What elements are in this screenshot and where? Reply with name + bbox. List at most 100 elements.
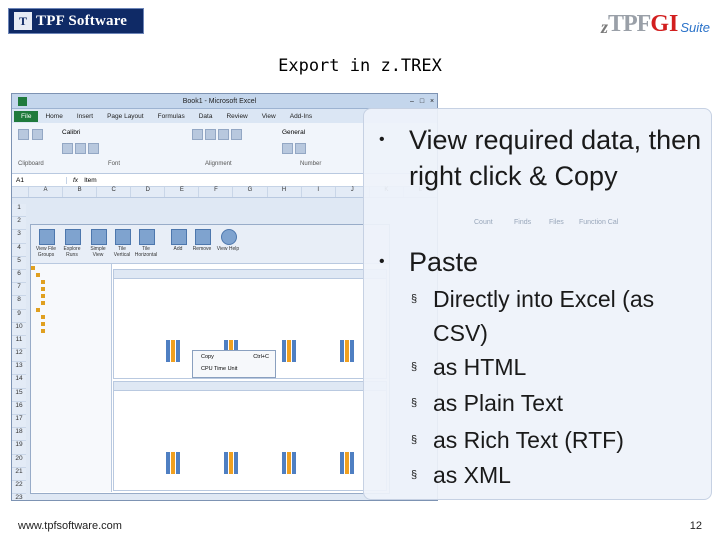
menu-home[interactable]: Home [38,113,69,120]
row-header[interactable]: 23 [12,494,26,500]
menu-insert[interactable]: Insert [70,113,100,120]
align-left-icon[interactable] [192,129,203,140]
menu-formulas[interactable]: Formulas [151,113,192,120]
tool-label: Explore Runs [63,246,81,258]
number-format-box[interactable]: General [282,129,305,136]
row-header[interactable]: 18 [12,428,26,442]
currency-icon[interactable] [282,143,293,154]
footer-url[interactable]: www.tpfsoftware.com [18,520,122,532]
panel-tabs[interactable] [114,382,386,391]
row-header[interactable]: 2 [12,217,26,231]
tree-node[interactable] [31,278,111,285]
tree-node[interactable] [31,285,111,292]
tile-horizontal-icon[interactable] [139,229,155,245]
maximize-icon[interactable]: □ [417,98,427,105]
row-header[interactable]: 15 [12,388,26,402]
panel-tabs[interactable] [114,270,386,279]
help-icon[interactable] [221,229,237,245]
row-header[interactable]: 1 [12,204,26,218]
page-number: 12 [689,520,702,532]
formula-input[interactable]: Item [84,177,97,184]
column-header[interactable]: G [232,187,266,197]
row-header[interactable]: 11 [12,335,26,350]
add-icon[interactable] [171,229,187,245]
row-header[interactable]: 14 [12,375,26,389]
sub-bullet-text: as Rich Text (RTF) [433,427,624,453]
column-header[interactable]: A [28,187,62,197]
bar-pair [340,340,354,362]
row-header[interactable]: 19 [12,441,26,455]
tree-node[interactable] [31,306,111,313]
view-file-groups-icon[interactable] [39,229,55,245]
bullet-item: • Paste [379,244,709,280]
close-icon[interactable]: × [427,98,437,105]
bold-icon[interactable] [62,143,73,154]
row-header[interactable]: 20 [12,454,26,468]
menu-view[interactable]: View [255,113,283,120]
tree-node[interactable] [31,313,111,320]
cut-icon[interactable] [32,129,43,140]
row-header[interactable]: 9 [12,309,26,323]
underline-icon[interactable] [88,143,99,154]
tool-label: Remove [192,246,212,252]
explore-runs-icon[interactable] [65,229,81,245]
menu-data[interactable]: Data [192,113,220,120]
row-header[interactable]: 7 [12,283,26,297]
column-header[interactable]: I [300,187,335,197]
row-header[interactable]: 16 [12,401,26,415]
tree-node[interactable] [31,320,111,327]
logo-z: z [601,17,609,37]
row-header[interactable]: 13 [12,362,26,376]
column-header[interactable]: D [130,187,164,197]
tile-vertical-icon[interactable] [115,229,131,245]
tree-node[interactable] [31,299,111,306]
sub-bullet-glyph: § [411,361,418,373]
tree-node[interactable] [31,271,111,278]
excel-titlebar: Book1 - Microsoft Excel – □ × [12,94,437,109]
column-header[interactable]: B [62,187,96,197]
row-header[interactable]: 21 [12,467,26,481]
row-headers: 1 2 3 4 5 6 7 8 9 10 11 12 13 14 15 16 17 18 19 20 21 22 23 [12,204,26,500]
menu-add-ins[interactable]: Add-Ins [283,113,319,120]
row-header[interactable]: 6 [12,269,26,284]
row-header[interactable]: 12 [12,349,26,363]
row-header[interactable]: 8 [12,296,26,310]
wrap-text-icon[interactable] [231,129,242,140]
sub-bullet-glyph: § [411,293,418,305]
row-header[interactable]: 3 [12,230,26,244]
menu-review[interactable]: Review [219,113,254,120]
percent-icon[interactable] [295,143,306,154]
row-header[interactable]: 4 [12,243,26,257]
tree-node[interactable] [31,264,111,271]
align-right-icon[interactable] [218,129,229,140]
row-header[interactable]: 22 [12,480,26,495]
name-box[interactable]: A1 [12,176,67,184]
column-header[interactable]: H [266,187,301,197]
excel-window-title: Book1 - Microsoft Excel [182,97,257,105]
font-name-box[interactable]: Calibri [62,129,80,136]
row-header[interactable]: 17 [12,415,26,429]
remove-icon[interactable] [195,229,211,245]
menu-file[interactable]: File [14,110,39,122]
fx-icon[interactable]: fx [67,177,84,184]
column-header[interactable]: E [164,187,198,197]
tree-node[interactable] [31,327,111,334]
column-header[interactable]: C [96,187,130,197]
paste-icon[interactable] [18,129,29,140]
context-menu-copy-label: Copy [201,354,214,360]
row-header[interactable]: 5 [12,256,26,270]
italic-icon[interactable] [75,143,86,154]
minimize-icon[interactable]: – [407,98,417,105]
sub-bullet-text: as Plain Text [433,390,563,416]
mini-bar-chart [144,430,376,474]
menu-page-layout[interactable]: Page Layout [100,113,151,120]
context-menu-cpu-unit[interactable]: CPU Time Unit [193,363,275,375]
column-header[interactable]: F [198,187,232,197]
ribbon-group-font: Font [108,161,121,167]
simple-view-icon[interactable] [91,229,107,245]
tree-node[interactable] [31,292,111,299]
tool-label: Tile Vertical [113,246,131,258]
align-center-icon[interactable] [205,129,216,140]
row-header[interactable]: 10 [12,322,26,336]
context-menu-copy[interactable]: Copy Ctrl+C [193,351,275,363]
